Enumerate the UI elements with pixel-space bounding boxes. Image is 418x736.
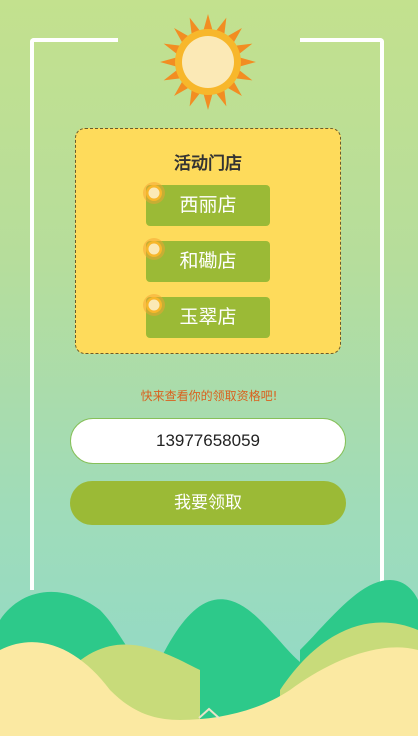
hint-text: 快来查看你的领取资格吧! bbox=[140, 389, 278, 403]
store-button-yucui[interactable]: 玉翠店 bbox=[143, 294, 270, 338]
frame-left bbox=[30, 38, 34, 590]
frame-right bbox=[380, 38, 384, 598]
stores-card: 活动门店 西丽店 和磡店 玉翠店 bbox=[75, 128, 341, 354]
mini-sun-icon bbox=[143, 238, 165, 260]
store-label: 玉翠店 bbox=[179, 306, 237, 328]
store-label: 西丽店 bbox=[179, 194, 237, 216]
card-title: 活动门店 bbox=[174, 154, 242, 174]
chevron-up-icon[interactable] bbox=[197, 706, 221, 720]
phone-input[interactable]: 13977658059 bbox=[70, 418, 346, 464]
frame-top-right bbox=[300, 38, 384, 42]
store-label: 和磡店 bbox=[179, 250, 237, 272]
claim-button[interactable]: 我要领取 bbox=[70, 481, 346, 525]
store-button-xili[interactable]: 西丽店 bbox=[143, 182, 270, 226]
mini-sun-icon bbox=[143, 182, 165, 204]
mini-sun-icon bbox=[143, 294, 165, 316]
sun-icon bbox=[160, 14, 256, 110]
frame-top-left bbox=[30, 38, 118, 42]
store-button-hekan[interactable]: 和磡店 bbox=[143, 238, 270, 282]
